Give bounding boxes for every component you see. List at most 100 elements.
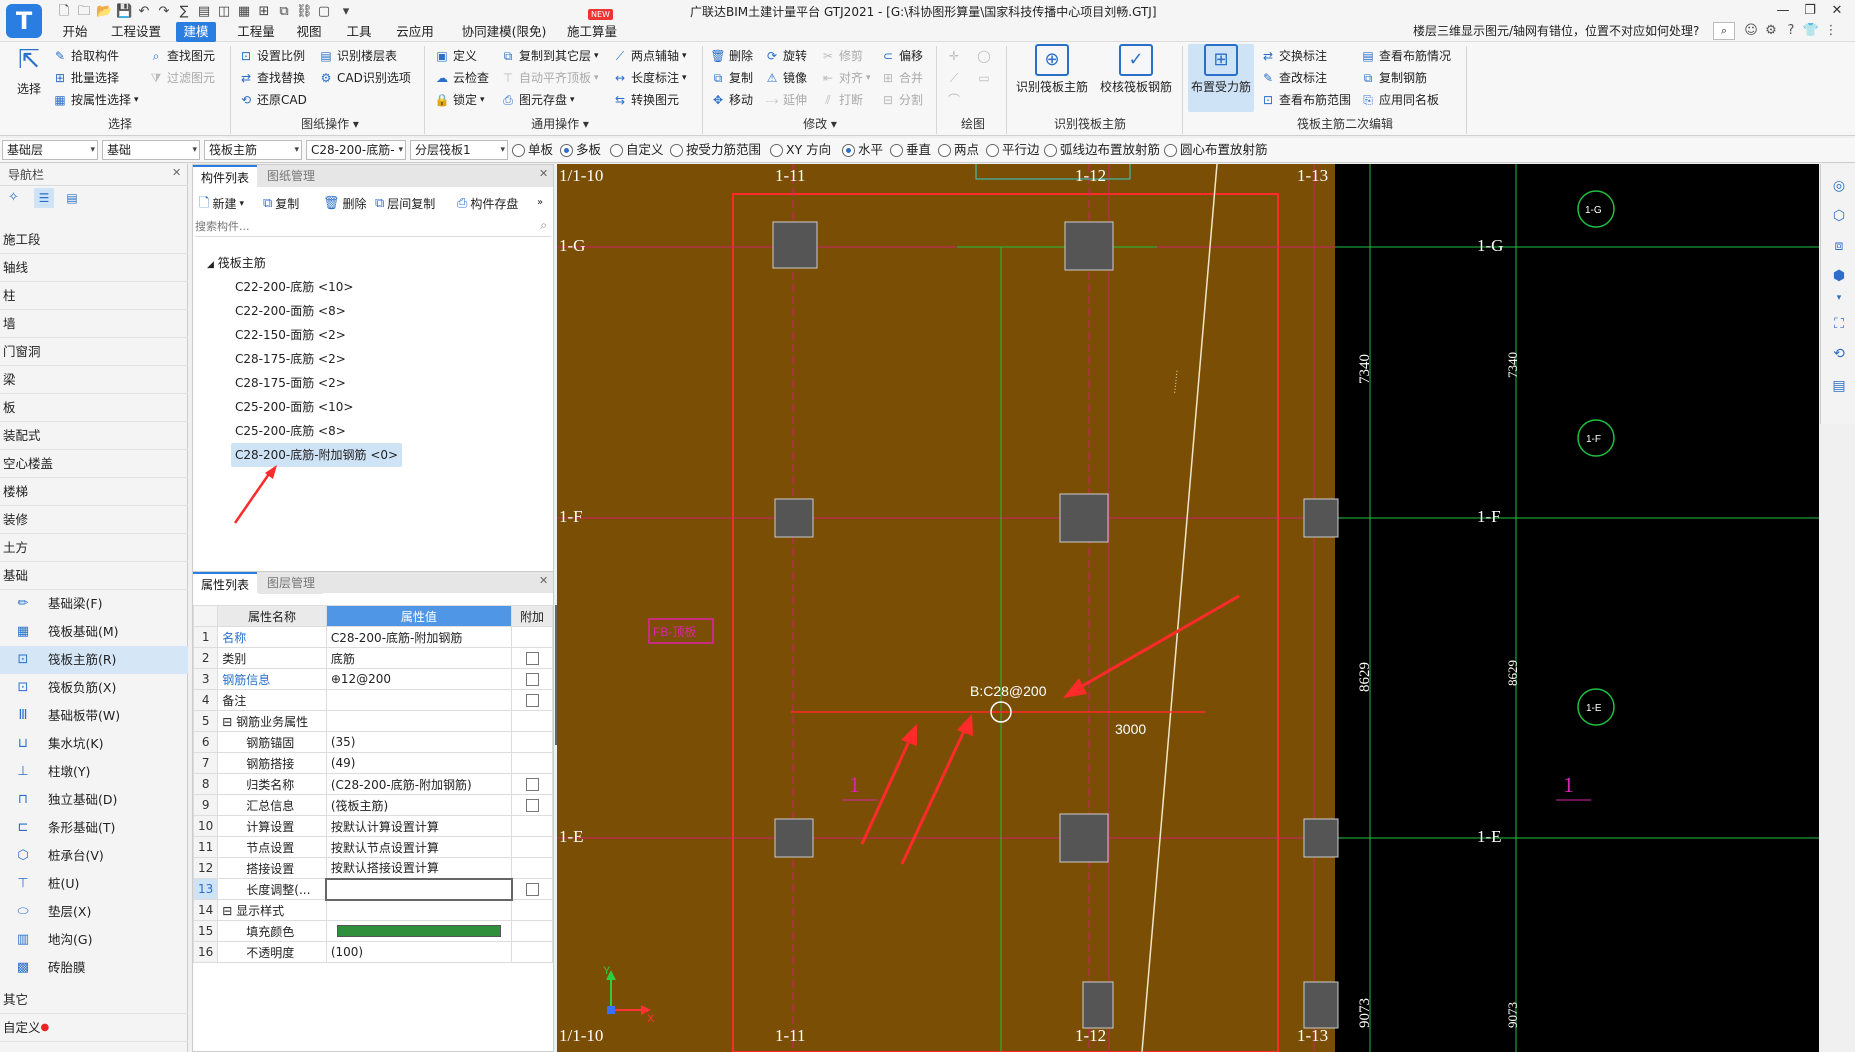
collapse-icon[interactable]: ◢ — [207, 260, 214, 270]
property-row[interactable]: 2 类别 底筋 — [192, 647, 553, 669]
set-scale-button[interactable]: ⊡ 设置比例 — [238, 46, 305, 66]
property-value[interactable]: (35) — [325, 731, 513, 753]
nav-item-wall[interactable]: 墙 — [0, 310, 188, 338]
find-element-button[interactable]: ⌕ 查找图元 — [148, 46, 215, 66]
select-by-attr-button[interactable]: ▦ 按属性选择 ▾ — [52, 90, 138, 110]
save-element-button[interactable]: ⎙ 图元存盘 ▾ — [500, 90, 574, 110]
box-icon[interactable]: ▢ — [316, 4, 332, 20]
check-raft-rebar-button[interactable]: ✓ 校核筏板钢筋 — [1096, 44, 1176, 95]
category-select[interactable]: 基础 ▾ — [102, 140, 200, 160]
menu-project-settings[interactable]: 工程设置 — [106, 22, 166, 42]
menu-construction[interactable]: 施工算量 — [562, 22, 622, 42]
sub-isolated-footing[interactable]: ⊓ 独立基础(D) — [0, 786, 188, 814]
sub-brick-mould[interactable]: ▩ 砖胎膜 — [0, 954, 188, 982]
property-value[interactable]: (C28-200-底筋-附加钢筋) — [325, 773, 513, 795]
cad-options-button[interactable]: ⚙ CAD识别选项 — [318, 68, 411, 88]
copy-between-floors-button[interactable]: ⧉ 层间复制 — [375, 193, 435, 215]
report-icon[interactable]: ▤ — [196, 4, 212, 20]
user-icon[interactable]: ☺ — [1742, 22, 1760, 40]
more-icon[interactable]: ⋮ — [1822, 22, 1840, 40]
grid-icon[interactable]: ⊞ — [256, 4, 272, 20]
radio-single[interactable]: 单板 — [512, 141, 553, 159]
sub-pile[interactable]: ⊤ 桩(U) — [0, 870, 188, 898]
radio-xy[interactable]: XY 方向 — [770, 141, 831, 159]
radio-two-point[interactable]: 两点 — [938, 141, 979, 159]
property-value[interactable] — [325, 710, 513, 732]
list-item-selected[interactable]: C28-200-底筋-附加钢筋 <0> — [231, 443, 403, 467]
trim-button[interactable]: ✂ 修剪 — [820, 46, 863, 66]
break-button[interactable]: ⫽ 打断 — [820, 90, 863, 110]
tab-property-list[interactable]: 属性列表 — [193, 572, 258, 594]
sub-raft-neg-rebar[interactable]: ⊡ 筏板负筋(X) — [0, 674, 188, 702]
property-value[interactable] — [325, 899, 513, 921]
nav-close-icon[interactable]: ✕ — [172, 166, 181, 179]
delete-component-button[interactable]: 🗑 删除 — [323, 193, 367, 215]
nav-item-column[interactable]: 柱 — [0, 282, 188, 310]
component-select[interactable]: C28-200-底筋- ▾ — [306, 140, 406, 160]
filter-element-button[interactable]: ⧩ 过滤图元 — [148, 68, 215, 88]
panel-close-icon[interactable]: ✕ — [539, 167, 548, 180]
column[interactable] — [772, 221, 818, 269]
nav-item-hollow-floor[interactable]: 空心楼盖 — [0, 450, 188, 478]
column[interactable] — [1082, 981, 1114, 1029]
property-row[interactable]: 15 填充颜色 — [192, 920, 553, 942]
menu-cloud[interactable]: 云应用 — [392, 22, 438, 42]
menu-modeling[interactable]: 建模 — [176, 22, 216, 42]
column[interactable] — [1059, 493, 1109, 543]
list-item[interactable]: C28-175-底筋 <2> — [231, 347, 350, 371]
list-item[interactable]: C22-200-面筋 <8> — [231, 299, 350, 323]
property-row[interactable]: 4 备注 — [192, 689, 553, 711]
type-select[interactable]: 筏板主筋 ▾ — [204, 140, 302, 160]
help-question[interactable]: 楼层三维显示图元/轴网有错位，位置不对应如何处理? — [1413, 22, 1733, 40]
radio-parallel-edge[interactable]: 平行边 — [986, 141, 1040, 159]
property-value[interactable]: C28-200-底筋-附加钢筋 — [325, 626, 513, 648]
list-item[interactable]: C22-150-面筋 <2> — [231, 323, 350, 347]
mirror-button[interactable]: ⚠ 镜像 — [764, 68, 807, 88]
column[interactable] — [774, 498, 814, 538]
zoom-fit-icon[interactable]: ⛶ — [1829, 314, 1849, 334]
property-row[interactable]: 12 搭接设置 按默认搭接设置计算 — [192, 857, 553, 879]
property-row[interactable]: 7 钢筋搭接 (49) — [192, 752, 553, 774]
property-row[interactable]: 3 钢筋信息 ⊕12@200 — [192, 668, 553, 690]
property-value[interactable]: 按默认计算设置计算 — [325, 815, 513, 837]
floor-select[interactable]: 基础层 ▾ — [2, 140, 98, 160]
link-icon[interactable]: ⛓ — [296, 4, 313, 20]
fill-color-swatch[interactable] — [336, 925, 502, 937]
two-point-axis-button[interactable]: ⟋ 两点辅轴 ▾ — [612, 46, 687, 66]
save-component-button[interactable]: ⎙ 构件存盘 — [457, 193, 518, 215]
detail-view-icon[interactable]: ▤ — [62, 188, 82, 208]
property-row[interactable]: 14 ⊟ 显示样式 — [192, 899, 553, 921]
list-item[interactable]: C25-200-底筋 <8> — [231, 419, 350, 443]
view-solid-icon[interactable]: ⬢ — [1829, 266, 1849, 286]
screenshot-icon[interactable]: ⧉ — [276, 4, 292, 20]
menu-collab[interactable]: 协同建模(限免) — [456, 22, 552, 42]
extra-checkbox[interactable] — [525, 883, 539, 896]
customize-icon[interactable]: ▾ — [338, 4, 354, 20]
extra-checkbox[interactable] — [525, 652, 539, 665]
property-close-icon[interactable]: ✕ — [539, 574, 548, 587]
move-button[interactable]: ✥ 移动 — [710, 90, 753, 110]
property-value[interactable] — [325, 877, 513, 901]
radio-custom[interactable]: 自定义 — [610, 141, 664, 159]
search-input[interactable] — [195, 217, 515, 235]
sub-column-pier[interactable]: ⊥ 柱墩(Y) — [0, 758, 188, 786]
view-cube-icon[interactable]: ◎ — [1829, 176, 1849, 196]
tab-component-list[interactable]: 构件列表 — [193, 165, 258, 187]
nav-item-door-window[interactable]: 门窗洞 — [0, 338, 188, 366]
undo-icon[interactable]: ↶ — [136, 4, 152, 20]
view-box-icon[interactable]: ⧈ — [1829, 236, 1849, 256]
nav-item-foundation[interactable]: 基础 — [0, 562, 188, 590]
search-icon[interactable]: ⌕ — [540, 218, 547, 233]
radio-arc-radial[interactable]: 弧线边布置放射筋 — [1044, 141, 1160, 159]
settings-icon[interactable]: ⚙ — [1762, 22, 1780, 40]
property-value[interactable]: (100) — [325, 941, 513, 963]
nav-item-beam[interactable]: 梁 — [0, 366, 188, 394]
menu-start[interactable]: 开始 — [58, 22, 92, 42]
lock-button[interactable]: 🔒 锁定 ▾ — [434, 90, 485, 110]
property-row[interactable]: 8 归类名称 (C28-200-底筋-附加钢筋) — [192, 773, 553, 795]
radio-horizontal[interactable]: 水平 — [842, 141, 883, 159]
radio-multi[interactable]: 多板 — [560, 141, 601, 159]
copy-rebar-button[interactable]: ⧉ 复制钢筋 — [1360, 68, 1427, 88]
extend-button[interactable]: ⤏ 延伸 — [764, 90, 807, 110]
list-item[interactable]: C22-200-底筋 <10> — [231, 275, 357, 299]
